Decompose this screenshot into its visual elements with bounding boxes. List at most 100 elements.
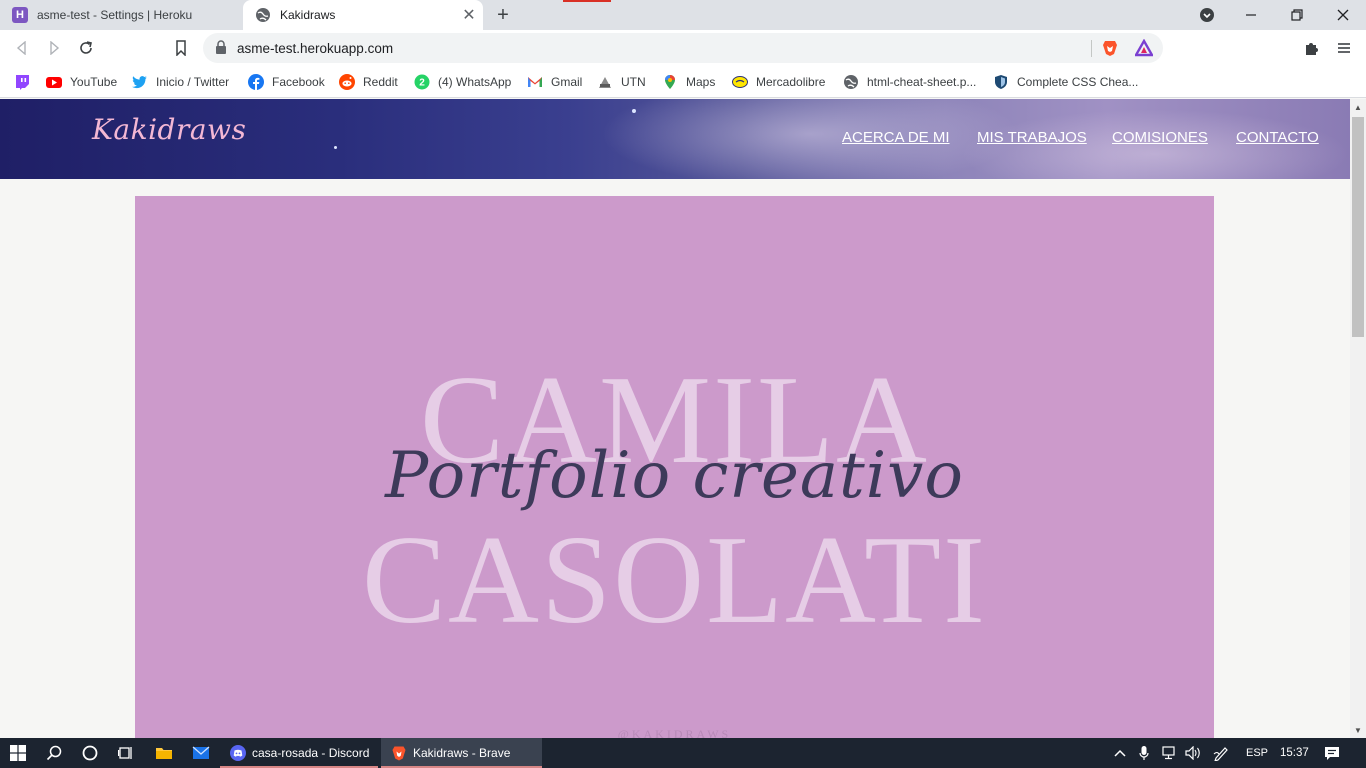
bookmarks-bar: YouTube Inicio / Twitter Facebook Reddit… xyxy=(0,66,1366,98)
tab-title: Kakidraws xyxy=(280,8,336,22)
cortana-icon[interactable] xyxy=(72,738,108,768)
address-bar[interactable]: asme-test.herokuapp.com xyxy=(203,33,1163,63)
reload-button[interactable] xyxy=(72,34,100,62)
clock[interactable]: 15:37 xyxy=(1280,738,1309,768)
new-tab-button[interactable]: + xyxy=(490,3,516,27)
facebook-icon xyxy=(248,74,264,90)
reddit-icon xyxy=(339,74,355,90)
twitter-icon xyxy=(132,74,148,90)
brave-shields-icon[interactable] xyxy=(1101,39,1119,57)
restore-button[interactable] xyxy=(1274,0,1320,30)
taskbar-app-brave[interactable]: Kakidraws - Brave xyxy=(381,738,542,768)
bookmark-label: YouTube xyxy=(70,75,118,89)
bookmark-label: UTN xyxy=(621,75,646,89)
search-icon[interactable] xyxy=(36,738,72,768)
mail-icon[interactable] xyxy=(183,738,219,768)
nav-contacto[interactable]: CONTACTO xyxy=(1236,129,1319,146)
start-button[interactable] xyxy=(0,738,36,768)
show-hidden-icons-button[interactable] xyxy=(1113,738,1127,768)
nav-comisiones[interactable]: COMISIONES xyxy=(1112,129,1208,146)
bookmark-label: Reddit xyxy=(363,75,398,89)
bookmark-label: Inicio / Twitter xyxy=(156,75,230,89)
hero-banner: CAMILA CASOLATI Portfolio creativo @KAKI… xyxy=(135,196,1214,738)
taskbar-app-discord[interactable]: casa-rosada - Discord xyxy=(220,738,378,768)
taskbar-app-label: casa-rosada - Discord xyxy=(252,746,370,760)
nav-acerca-de-mi[interactable]: ACERCA DE MI xyxy=(842,129,950,146)
bookmark-label: Complete CSS Chea... xyxy=(1017,75,1139,89)
twitch-icon xyxy=(14,74,30,90)
bookmark-reddit[interactable]: Reddit xyxy=(339,71,398,93)
network-icon[interactable] xyxy=(1160,738,1178,768)
volume-icon[interactable] xyxy=(1185,738,1203,768)
maps-icon xyxy=(662,74,678,90)
bookmark-twitter[interactable]: Inicio / Twitter xyxy=(132,71,229,93)
heroku-icon: H xyxy=(12,7,28,23)
header-star-decoration xyxy=(632,109,636,113)
browser-toolbar: asme-test.herokuapp.com xyxy=(0,30,1366,66)
youtube-icon xyxy=(46,74,62,90)
hero-handle: @KAKIDRAWS xyxy=(617,727,732,738)
bookmark-twitch[interactable] xyxy=(14,71,38,93)
page-scrollbar[interactable]: ▲ ▼ xyxy=(1350,99,1366,738)
forward-button[interactable] xyxy=(40,34,68,62)
menu-icon[interactable] xyxy=(1330,34,1358,62)
task-view-icon[interactable] xyxy=(108,738,144,768)
microphone-icon[interactable] xyxy=(1139,738,1149,768)
lock-icon[interactable] xyxy=(215,40,229,56)
globe-icon xyxy=(255,7,271,23)
file-explorer-icon[interactable] xyxy=(146,738,182,768)
hero-script-title: Portfolio creativo xyxy=(385,439,964,513)
bookmark-label: Facebook xyxy=(272,75,325,89)
site-logo[interactable]: Kakidraws xyxy=(92,113,246,146)
tab-title: asme-test - Settings | Heroku xyxy=(37,8,193,22)
tab-heroku-settings[interactable]: H asme-test - Settings | Heroku xyxy=(0,0,240,30)
minimize-button[interactable] xyxy=(1228,0,1274,30)
bookmark-label: Mercadolibre xyxy=(756,75,826,89)
scrollbar-thumb[interactable] xyxy=(1352,117,1364,337)
scroll-down-arrow-icon[interactable]: ▼ xyxy=(1350,722,1366,738)
bookmark-css-cheat-sheet[interactable]: Complete CSS Chea... xyxy=(993,71,1138,93)
bookmark-utn[interactable]: UTN xyxy=(597,71,646,93)
language-indicator[interactable]: ESP xyxy=(1246,738,1268,768)
tab-kakidraws[interactable]: Kakidraws ✕ xyxy=(243,0,483,30)
gmail-icon xyxy=(527,74,543,90)
mercadolibre-icon xyxy=(732,74,748,90)
bookmark-maps[interactable]: Maps xyxy=(662,71,715,93)
tab-search-button[interactable] xyxy=(1184,0,1230,30)
bookmark-mercadolibre[interactable]: Mercadolibre xyxy=(732,71,825,93)
brave-rewards-icon[interactable] xyxy=(1133,38,1155,57)
tab-indicator xyxy=(563,0,611,2)
hero-name-line2: CASOLATI xyxy=(361,511,988,650)
close-window-button[interactable] xyxy=(1320,0,1366,30)
bookmark-label: (4) WhatsApp xyxy=(438,75,512,89)
bookmark-html-cheat-sheet[interactable]: html-cheat-sheet.p... xyxy=(843,71,976,93)
bookmark-label: html-cheat-sheet.p... xyxy=(867,75,977,89)
header-cloud-decoration xyxy=(600,99,1020,179)
bookmark-icon[interactable] xyxy=(167,34,195,62)
bookmark-label: Maps xyxy=(686,75,716,89)
close-tab-icon[interactable]: ✕ xyxy=(459,5,479,25)
nav-mis-trabajos[interactable]: MIS TRABAJOS xyxy=(977,129,1087,146)
bookmark-facebook[interactable]: Facebook xyxy=(248,71,325,93)
site-header: Kakidraws ACERCA DE MI MIS TRABAJOS COMI… xyxy=(0,99,1350,179)
notifications-icon[interactable] xyxy=(1324,738,1340,768)
back-button[interactable] xyxy=(8,34,36,62)
brave-icon xyxy=(391,745,407,761)
whatsapp-icon: 2 xyxy=(414,74,430,90)
bookmark-youtube[interactable]: YouTube xyxy=(46,71,117,93)
extensions-icon[interactable] xyxy=(1298,34,1326,62)
windows-taskbar: casa-rosada - Discord Kakidraws - Brave … xyxy=(0,738,1366,768)
pen-workspace-icon[interactable] xyxy=(1213,738,1231,768)
shield-icon xyxy=(993,74,1009,90)
url-text: asme-test.herokuapp.com xyxy=(237,41,394,56)
taskbar-app-label: Kakidraws - Brave xyxy=(413,746,511,760)
bookmark-whatsapp[interactable]: 2 (4) WhatsApp xyxy=(414,71,511,93)
bookmark-label: Gmail xyxy=(551,75,583,89)
globe-icon xyxy=(843,74,859,90)
utn-icon xyxy=(597,74,613,90)
tab-strip: H asme-test - Settings | Heroku Kakidraw… xyxy=(0,0,1366,30)
bookmark-gmail[interactable]: Gmail xyxy=(527,71,582,93)
scroll-up-arrow-icon[interactable]: ▲ xyxy=(1350,99,1366,115)
omnibox-divider xyxy=(1091,40,1092,57)
header-star-decoration xyxy=(334,146,337,149)
